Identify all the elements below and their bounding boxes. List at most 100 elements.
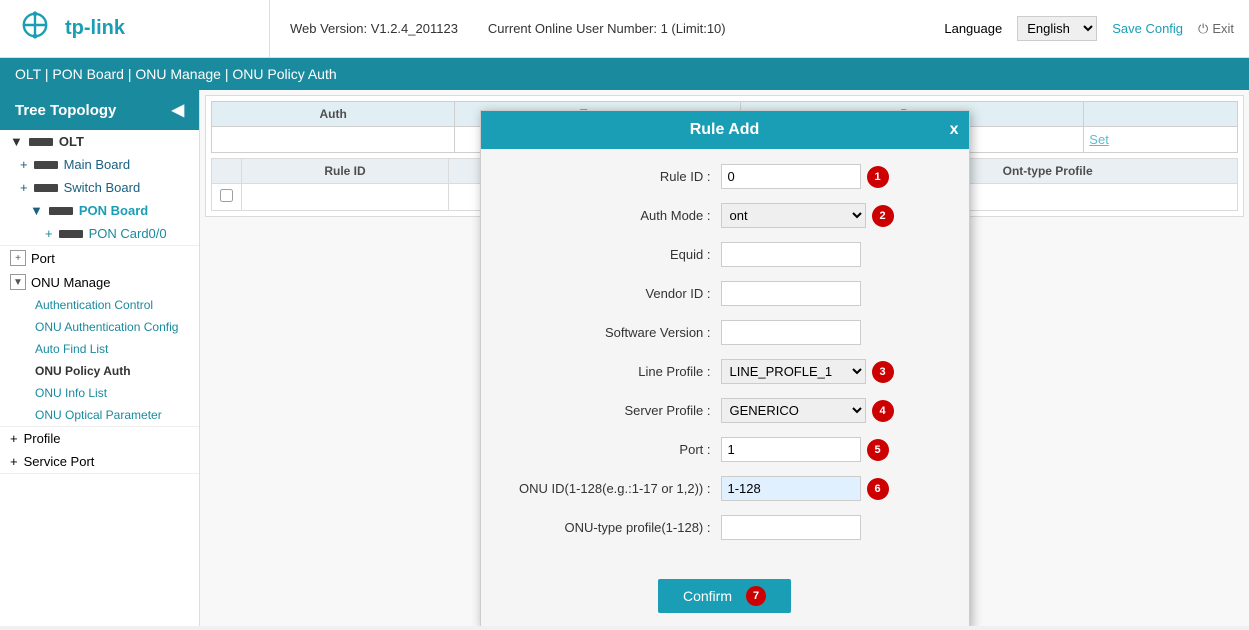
- olt-icon: [29, 138, 53, 146]
- onu-manage-link: ▼ ONU Manage: [10, 274, 110, 290]
- modal-body: Rule ID : 1 Auth Mode : ont 2 E: [481, 149, 969, 569]
- expand-icon-olt: ▼: [10, 134, 23, 149]
- pon-board-icon: [49, 207, 73, 215]
- sidebar-item-port[interactable]: + Port: [0, 246, 199, 270]
- sidebar-header: Tree Topology ◀: [0, 90, 199, 130]
- content-area: Auth Target Port PON0/0/6 Set: [200, 90, 1249, 626]
- onu-type-profile-row: ONU-type profile(1-128) :: [501, 515, 949, 540]
- onu-info-list-label: ONU Info List: [35, 386, 107, 400]
- line-profile-label: Line Profile :: [501, 364, 721, 379]
- equid-label: Equid :: [501, 247, 721, 262]
- sidebar-item-onu-manage[interactable]: ▼ ONU Manage: [0, 270, 199, 294]
- header-actions: Language English Chinese Save Config ⏻ E…: [944, 16, 1249, 41]
- port-input[interactable]: [721, 437, 861, 462]
- power-icon: ⏻: [1198, 21, 1208, 37]
- save-config-button[interactable]: Save Config: [1112, 21, 1183, 36]
- header: tp-link Web Version: V1.2.4_201123 Curre…: [0, 0, 1249, 58]
- onu-policy-auth-label: ONU Policy Auth: [35, 364, 131, 378]
- rule-id-label: Rule ID :: [501, 169, 721, 184]
- software-version-label: Software Version :: [501, 325, 721, 340]
- menu-profile-section: + Profile + Service Port: [0, 427, 199, 474]
- modal-title: Rule Add: [690, 121, 760, 139]
- port-label: Port :: [501, 442, 721, 457]
- switch-board-icon: [34, 184, 58, 192]
- step-badge-2: 2: [872, 205, 894, 227]
- switch-board-label: Switch Board: [64, 180, 141, 195]
- software-version-input[interactable]: [721, 320, 861, 345]
- vendor-id-label: Vendor ID :: [501, 286, 721, 301]
- equid-input[interactable]: [721, 242, 861, 267]
- header-info: Web Version: V1.2.4_201123 Current Onlin…: [270, 21, 944, 36]
- main-board-label-text: Main Board: [64, 157, 130, 172]
- onu-type-profile-input[interactable]: [721, 515, 861, 540]
- port-row: Port : 5: [501, 437, 949, 462]
- language-select[interactable]: English Chinese: [1017, 16, 1097, 41]
- sidebar-item-onu-policy-auth[interactable]: ONU Policy Auth: [0, 360, 199, 382]
- sidebar-item-onu-optical-param[interactable]: ONU Optical Parameter: [0, 404, 199, 426]
- rule-id-row: Rule ID : 1: [501, 164, 949, 189]
- service-port-expand-icon: +: [10, 454, 18, 469]
- web-version: Web Version: V1.2.4_201123: [290, 21, 458, 36]
- tree-item-main-board[interactable]: + Port Main Board: [0, 153, 199, 176]
- olt-label: OLT: [59, 134, 84, 149]
- expand-icon-main: +: [20, 157, 28, 172]
- auth-mode-label: Auth Mode :: [501, 208, 721, 223]
- auth-control-label: Authentication Control: [35, 298, 153, 312]
- auth-mode-select[interactable]: ont: [721, 203, 866, 228]
- tree-item-pon-board[interactable]: ▼ PON Board: [0, 199, 199, 222]
- rule-id-input[interactable]: [721, 164, 861, 189]
- auto-find-list-label: Auto Find List: [35, 342, 108, 356]
- sidebar-item-auth-control[interactable]: Authentication Control: [0, 294, 199, 316]
- sidebar-title: Tree Topology: [15, 102, 116, 119]
- main-board-icon: [34, 161, 58, 169]
- exit-button[interactable]: ⏻ Exit: [1198, 21, 1234, 37]
- auth-mode-row: Auth Mode : ont 2: [501, 203, 949, 228]
- port-link: + Port: [10, 250, 55, 266]
- modal-close-button[interactable]: x: [950, 121, 959, 139]
- line-profile-row: Line Profile : LINE_PROFLE_1 3: [501, 359, 949, 384]
- server-profile-label: Server Profile :: [501, 403, 721, 418]
- server-profile-select[interactable]: GENERICO: [721, 398, 866, 423]
- logo-area: tp-link: [0, 0, 270, 57]
- sidebar: Tree Topology ◀ ▼ OLT + Port Main Board …: [0, 90, 200, 626]
- onu-optical-param-label: ONU Optical Parameter: [35, 408, 162, 422]
- tree-item-switch-board[interactable]: + Switch Board: [0, 176, 199, 199]
- confirm-button[interactable]: Confirm 7: [658, 579, 791, 613]
- language-label: Language: [944, 21, 1002, 36]
- sidebar-item-onu-auth-config[interactable]: ONU Authentication Config: [0, 316, 199, 338]
- server-profile-row: Server Profile : GENERICO 4: [501, 398, 949, 423]
- vendor-id-input[interactable]: [721, 281, 861, 306]
- tp-link-logo: [15, 9, 55, 49]
- sidebar-item-auto-find-list[interactable]: Auto Find List: [0, 338, 199, 360]
- pon-card-icon: [59, 230, 83, 238]
- onu-id-row: ONU ID(1-128(e.g.:1-17 or 1,2)) : 6: [501, 476, 949, 501]
- sidebar-item-onu-info-list[interactable]: ONU Info List: [0, 382, 199, 404]
- step-badge-5: 5: [867, 439, 889, 461]
- menu-port-section: + Port ▼ ONU Manage Authentication Contr…: [0, 246, 199, 427]
- expand-icon-switch: +: [20, 180, 28, 195]
- profile-expand-icon: +: [10, 431, 18, 446]
- confirm-label: Confirm: [683, 588, 732, 604]
- modal-overlay: Rule Add x Rule ID : 1 Auth Mode : ont: [200, 90, 1249, 626]
- pon-board-label: PON Board: [79, 203, 148, 218]
- port-expand-icon: +: [10, 250, 26, 266]
- step-badge-3: 3: [872, 361, 894, 383]
- sidebar-collapse-button[interactable]: ◀: [172, 100, 184, 120]
- main-layout: Tree Topology ◀ ▼ OLT + Port Main Board …: [0, 90, 1249, 626]
- onu-id-input[interactable]: [721, 476, 861, 501]
- breadcrumb: OLT | PON Board | ONU Manage | ONU Polic…: [0, 58, 1249, 90]
- tree-section: ▼ OLT + Port Main Board + Switch Board ▼…: [0, 130, 199, 246]
- software-version-row: Software Version :: [501, 320, 949, 345]
- modal-header: Rule Add x: [481, 111, 969, 149]
- confirm-step-badge: 7: [746, 586, 766, 606]
- logo-text: tp-link: [65, 17, 125, 40]
- line-profile-select[interactable]: LINE_PROFLE_1: [721, 359, 866, 384]
- tree-item-olt[interactable]: ▼ OLT: [0, 130, 199, 153]
- sidebar-item-profile[interactable]: + Profile: [0, 427, 199, 450]
- onu-type-profile-label: ONU-type profile(1-128) :: [501, 520, 721, 535]
- equid-row: Equid :: [501, 242, 949, 267]
- online-users: Current Online User Number: 1 (Limit:10): [488, 21, 726, 36]
- tree-item-pon-card[interactable]: + PON Card0/0: [0, 222, 199, 245]
- expand-icon-pon: ▼: [30, 203, 43, 218]
- sidebar-item-service-port[interactable]: + Service Port: [0, 450, 199, 473]
